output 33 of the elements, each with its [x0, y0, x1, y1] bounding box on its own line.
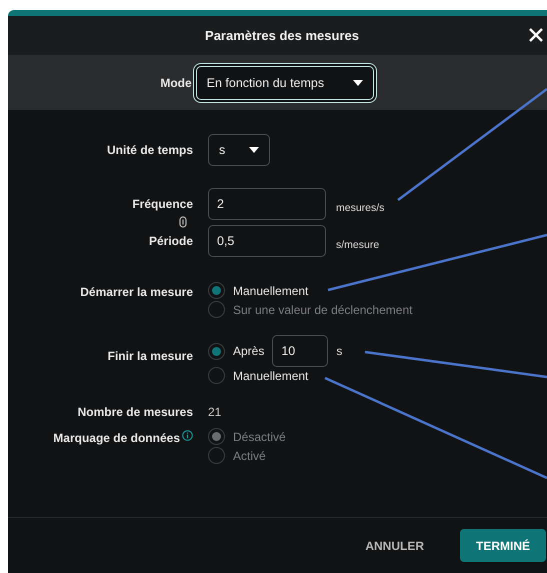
field-label: Démarrer la mesure [80, 284, 193, 298]
radio-label: Désactivé [233, 430, 286, 444]
radio-label: Sur une valeur de déclenchement [233, 302, 412, 316]
close-icon [529, 28, 543, 42]
field-label: Nombre de mesures [78, 405, 193, 419]
field-label: Fréquence [132, 197, 193, 211]
caret-icon [249, 147, 259, 153]
caret-icon [352, 80, 363, 86]
field-label: Période [148, 234, 193, 248]
unit-label: mesures/s [336, 202, 384, 214]
unit-label: s [336, 344, 342, 358]
duration-field[interactable]: 10 [272, 335, 328, 367]
field-label: Unité de temps [106, 143, 193, 157]
sample-count: 21 [208, 405, 222, 419]
link-icon [179, 216, 187, 228]
info-icon[interactable] [182, 430, 193, 441]
field-label: Finir la mesure [108, 349, 193, 363]
frequency-field[interactable]: 2 [208, 188, 326, 220]
field-label: Marquage de données [53, 430, 180, 444]
field-label: Mode [160, 76, 192, 90]
radio-label: Manuellement [233, 284, 308, 298]
radio-label: Après [233, 344, 264, 358]
radio-button[interactable] [208, 282, 225, 299]
cancel-button[interactable]: ANNULER [349, 529, 440, 562]
radio-label: Activé [233, 448, 266, 462]
radio-button[interactable] [208, 342, 225, 360]
radio-label: Manuellement [233, 368, 308, 382]
unit-label: s/mesure [336, 239, 380, 251]
radio-button[interactable] [208, 367, 225, 384]
period-field[interactable]: 0,5 [208, 225, 326, 257]
done-button[interactable]: TERMINÉ [460, 529, 546, 562]
unit-dropdown[interactable]: s [208, 134, 270, 166]
dialog-title: Paramètres des mesures [205, 28, 359, 43]
